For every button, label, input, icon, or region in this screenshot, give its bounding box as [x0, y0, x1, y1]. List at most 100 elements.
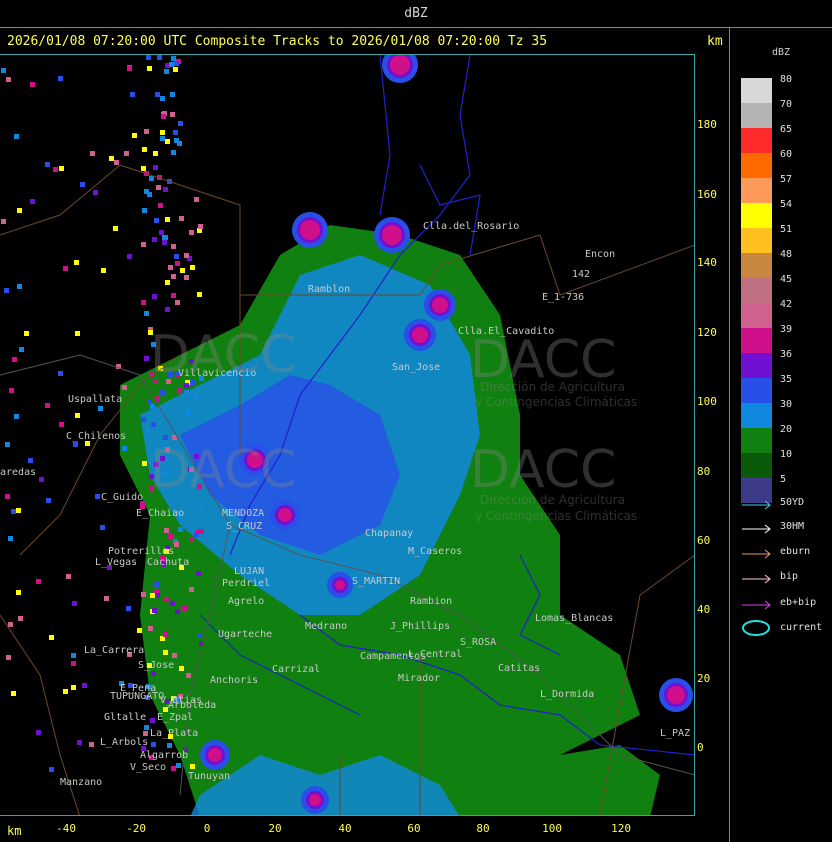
clutter-pixel — [8, 536, 13, 541]
clutter-pixel — [164, 597, 169, 602]
clutter-pixel — [163, 187, 168, 192]
clutter-pixel — [16, 508, 21, 513]
clutter-pixel — [162, 240, 167, 245]
watermark-line2-a: y Contingencias Climáticas — [475, 395, 638, 409]
clutter-pixel — [189, 587, 194, 592]
clutter-pixel — [197, 633, 202, 638]
place-label: S_CRUZ — [226, 521, 263, 532]
legend-label: 35 — [780, 374, 793, 385]
x-tick-label: 120 — [611, 822, 631, 835]
clutter-pixel — [93, 190, 98, 195]
y-tick-label: 100 — [697, 395, 717, 408]
clutter-pixel — [174, 254, 179, 259]
place-label: Clla.del_Rosario — [423, 221, 520, 232]
legend-swatch — [741, 253, 772, 278]
clutter-pixel — [153, 151, 158, 156]
track-arrow-icon — [742, 549, 771, 559]
place-label: LUJAN — [234, 566, 265, 577]
clutter-pixel — [174, 542, 179, 547]
clutter-pixel — [175, 609, 180, 614]
legend-label: 5 — [780, 474, 787, 485]
clutter-pixel — [179, 666, 184, 671]
clutter-pixel — [160, 390, 165, 395]
legend-swatch — [741, 103, 772, 128]
x-tick-label: 60 — [407, 822, 421, 835]
department-border — [419, 164, 481, 256]
clutter-pixel — [152, 237, 157, 242]
clutter-pixel — [158, 203, 163, 208]
clutter-pixel — [59, 166, 64, 171]
y-tick-label: 120 — [697, 326, 717, 339]
place-label: Medrano — [305, 621, 348, 632]
y-tick-label: 0 — [697, 741, 704, 754]
clutter-pixel — [151, 422, 156, 427]
clutter-pixel — [144, 311, 149, 316]
y-tick-label: 20 — [697, 672, 711, 685]
place-label: 142 — [572, 269, 591, 280]
y-tick-label: 40 — [697, 603, 711, 616]
clutter-pixel — [75, 331, 80, 336]
clutter-pixel — [194, 197, 199, 202]
clutter-pixel — [168, 534, 173, 539]
place-label: Campamentos — [360, 651, 427, 662]
clutter-pixel — [171, 244, 176, 249]
legend-label: 70 — [780, 99, 793, 110]
clutter-pixel — [184, 253, 189, 258]
legend-label: 57 — [780, 174, 793, 185]
place-label: S_ROSA — [460, 637, 497, 648]
place-label: Carrizal — [272, 664, 321, 675]
track-label: eb+bip — [780, 597, 817, 608]
clutter-pixel — [141, 592, 146, 597]
clutter-pixel — [11, 509, 16, 514]
clutter-pixel — [160, 136, 165, 141]
legend-swatch — [741, 303, 772, 328]
legend-swatch — [741, 428, 772, 453]
clutter-pixel — [100, 525, 105, 530]
place-label: C_Chilenos — [66, 431, 127, 442]
dacc-logo-left: DACC — [150, 440, 297, 500]
storm-core — [412, 327, 428, 343]
clutter-pixel — [175, 261, 180, 266]
place-label: Ugarteche — [218, 629, 273, 640]
storm-core — [382, 225, 402, 245]
y-axis-unit: km — [707, 34, 723, 49]
place-label: Ramblon — [308, 284, 351, 295]
clutter-pixel — [182, 606, 187, 611]
clutter-pixel — [173, 67, 178, 72]
track-label: bip — [780, 571, 799, 582]
clutter-pixel — [124, 151, 129, 156]
clutter-pixel — [19, 347, 24, 352]
legend-label: 60 — [780, 149, 793, 160]
place-label: Tunuyan — [188, 771, 231, 782]
clutter-pixel — [72, 601, 77, 606]
place-label: Uspallata — [68, 394, 123, 405]
legend-label: 42 — [780, 299, 793, 310]
clutter-pixel — [122, 385, 127, 390]
x-tick-label: 100 — [542, 822, 562, 835]
track-arrow-icon — [742, 500, 771, 510]
clutter-pixel — [82, 683, 87, 688]
clutter-pixel — [167, 743, 172, 748]
clutter-pixel — [5, 442, 10, 447]
precip-area-se — [560, 745, 660, 815]
clutter-pixel — [132, 133, 137, 138]
clutter-pixel — [186, 673, 191, 678]
radar-map[interactable]: Clla.del_Rosario Encon 142 E_1-736 Ramblon Cl… — [0, 54, 695, 816]
clutter-pixel — [176, 763, 181, 768]
clutter-pixel — [163, 650, 168, 655]
place-label: L_PAZ — [660, 728, 691, 739]
place-label: L_Dormida — [540, 689, 595, 700]
clutter-pixel — [127, 66, 132, 71]
place-label: Agrelo — [228, 596, 265, 607]
place-label: J_Phillips — [390, 621, 451, 632]
clutter-pixel — [30, 82, 35, 87]
y-tick-label: 160 — [697, 188, 717, 201]
clutter-pixel — [177, 141, 182, 146]
clutter-pixel — [150, 718, 155, 723]
dacc-logo-top: DACC — [150, 325, 297, 385]
place-label: San_Jose — [392, 362, 441, 373]
clutter-pixel — [165, 307, 170, 312]
place-label: Mirador — [398, 673, 441, 684]
clutter-pixel — [39, 477, 44, 482]
clutter-pixel — [154, 582, 159, 587]
